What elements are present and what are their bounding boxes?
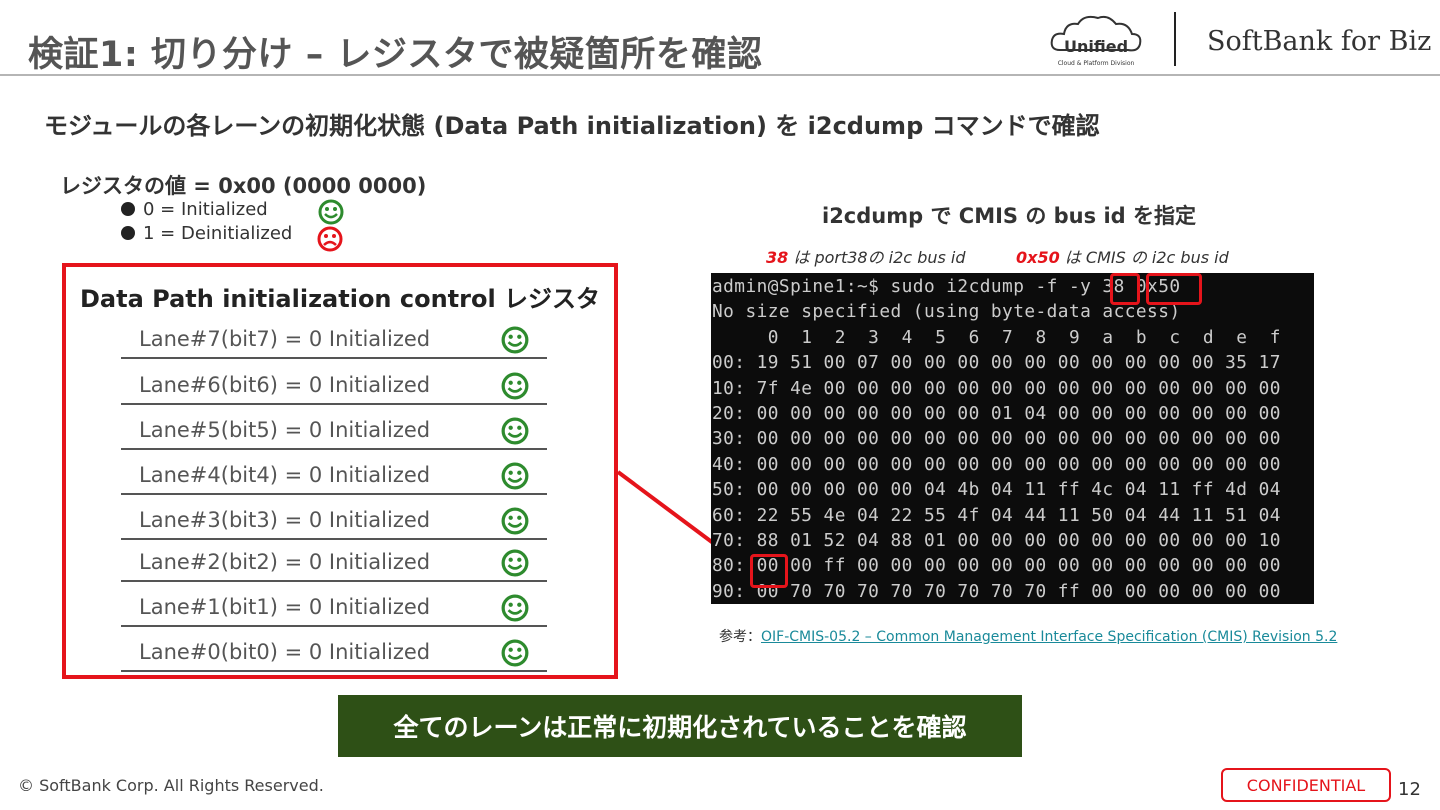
terminal-line: 90: 00 70 70 70 70 70 70 70 70 ff 00 00 …	[712, 580, 1281, 602]
page-number: 12	[1398, 779, 1421, 800]
smile-icon	[501, 372, 529, 400]
address-value: 0x50	[1016, 248, 1060, 267]
bullet-icon	[121, 202, 135, 216]
title-divider	[0, 74, 1440, 76]
lane-divider	[121, 403, 547, 405]
smile-icon	[501, 549, 529, 577]
lane-label: Lane#3(bit3) = 0 Initialized	[139, 508, 431, 532]
unified-logo-text: Unified	[1064, 37, 1128, 56]
lane-row: Lane#2(bit2) = 0 Initialized	[121, 546, 547, 582]
terminal-line: 60: 22 55 4e 04 22 55 4f 04 44 11 50 04 …	[712, 504, 1281, 526]
lane-label: Lane#6(bit6) = 0 Initialized	[139, 373, 431, 397]
register-byte-highlight	[750, 554, 788, 588]
lane-row: Lane#7(bit7) = 0 Initialized	[121, 323, 547, 359]
smile-icon	[318, 199, 344, 225]
bullet-icon	[121, 226, 135, 240]
bus-id-highlight	[1110, 273, 1140, 305]
reference-link[interactable]: OIF-CMIS-05.2 – Common Management Interf…	[761, 629, 1337, 645]
terminal-line: 00: 19 51 00 07 00 00 00 00 00 00 00 00 …	[712, 352, 1281, 374]
terminal-line: 70: 88 01 52 04 88 01 00 00 00 00 00 00 …	[712, 530, 1281, 551]
smile-icon	[501, 326, 529, 354]
lane-label: Lane#7(bit7) = 0 Initialized	[139, 327, 431, 351]
lane-divider	[121, 538, 547, 540]
reference-prefix: 参考：	[719, 629, 761, 645]
lane-divider	[121, 670, 547, 672]
bus-id-note: 38 は port38の i2c bus id	[766, 244, 966, 268]
legend-text: 0 = Initialized	[143, 199, 268, 220]
section-subtitle: モジュールの各レーンの初期化状態 (Data Path initializati…	[44, 112, 1100, 140]
terminal-line: 30: 00 00 00 00 00 00 00 00 00 00 00 00 …	[712, 428, 1281, 450]
legend-initialized: 0 = Initialized	[121, 199, 268, 220]
smile-icon	[501, 417, 529, 445]
terminal-line: 0 1 2 3 4 5 6 7 8 9 a b c d e f	[712, 326, 1281, 348]
terminal-line: 40: 00 00 00 00 00 00 00 00 00 00 00 00 …	[712, 453, 1281, 475]
terminal-line: 10: 7f 4e 00 00 00 00 00 00 00 00 00 00 …	[712, 377, 1281, 399]
lane-label: Lane#4(bit4) = 0 Initialized	[139, 463, 431, 487]
bus-id-value: 38	[766, 248, 789, 267]
page-title: 検証1: 切り分け – レジスタで被疑箇所を確認	[28, 35, 763, 75]
conclusion-banner: 全てのレーンは正常に初期化されていることを確認	[338, 695, 1022, 757]
bus-id-text: は port38の i2c bus id	[788, 248, 966, 267]
lane-row: Lane#3(bit3) = 0 Initialized	[121, 504, 547, 540]
address-text: は CMIS の i2c bus id	[1059, 248, 1229, 267]
softbank-logo: SoftBank for Biz	[1207, 26, 1432, 57]
lane-divider	[121, 448, 547, 450]
lane-row: Lane#6(bit6) = 0 Initialized	[121, 369, 547, 405]
terminal-line: 80: 00 00 ff 00 00 00 00 00 00 00 00 00 …	[712, 555, 1281, 577]
cmis-title: i2cdump で CMIS の bus id を指定	[822, 204, 1196, 228]
lane-label: Lane#5(bit5) = 0 Initialized	[139, 418, 431, 442]
legend-text: 1 = Deinitialized	[143, 223, 293, 244]
address-highlight	[1146, 273, 1202, 305]
reference: 参考：OIF-CMIS-05.2 – Common Management Int…	[719, 626, 1337, 646]
lanes-box-title: Data Path initialization control レジスタ	[80, 285, 601, 313]
terminal-line: 50: 00 00 00 00 00 04 4b 04 11 ff 4c 04 …	[712, 479, 1281, 501]
smile-icon	[501, 507, 529, 535]
copyright: © SoftBank Corp. All Rights Reserved.	[18, 776, 324, 795]
lane-row: Lane#5(bit5) = 0 Initialized	[121, 414, 547, 450]
legend-deinitialized: 1 = Deinitialized	[121, 223, 292, 244]
lane-divider	[121, 625, 547, 627]
lane-divider	[121, 357, 547, 359]
unified-logo-subtext: Cloud & Platform Division	[1058, 60, 1135, 67]
lane-row: Lane#0(bit0) = 0 Initialized	[121, 636, 547, 672]
smile-icon	[501, 594, 529, 622]
lane-row: Lane#1(bit1) = 0 Initialized	[121, 591, 547, 627]
confidential-badge: CONFIDENTIAL	[1221, 768, 1391, 802]
terminal-output: admin@Spine1:~$ sudo i2cdump -f -y 38 0x…	[711, 273, 1314, 604]
lane-label: Lane#1(bit1) = 0 Initialized	[139, 595, 431, 619]
smile-icon	[501, 462, 529, 490]
lane-label: Lane#2(bit2) = 0 Initialized	[139, 550, 431, 574]
register-value-label: レジスタの値 = 0x00 (0000 0000)	[60, 174, 427, 198]
unified-logo: Unified Cloud & Platform Division	[1050, 15, 1142, 67]
terminal-line: No size specified (using byte-data acces…	[712, 301, 1181, 323]
lane-divider	[121, 580, 547, 582]
logo-separator	[1174, 12, 1176, 66]
lane-divider	[121, 493, 547, 495]
lane-label: Lane#0(bit0) = 0 Initialized	[139, 640, 431, 664]
smile-icon	[501, 639, 529, 667]
terminal-line: 20: 00 00 00 00 00 00 00 01 04 00 00 00 …	[712, 403, 1281, 424]
lane-row: Lane#4(bit4) = 0 Initialized	[121, 459, 547, 495]
frown-icon	[317, 226, 343, 252]
address-note: 0x50 は CMIS の i2c bus id	[1016, 244, 1229, 268]
